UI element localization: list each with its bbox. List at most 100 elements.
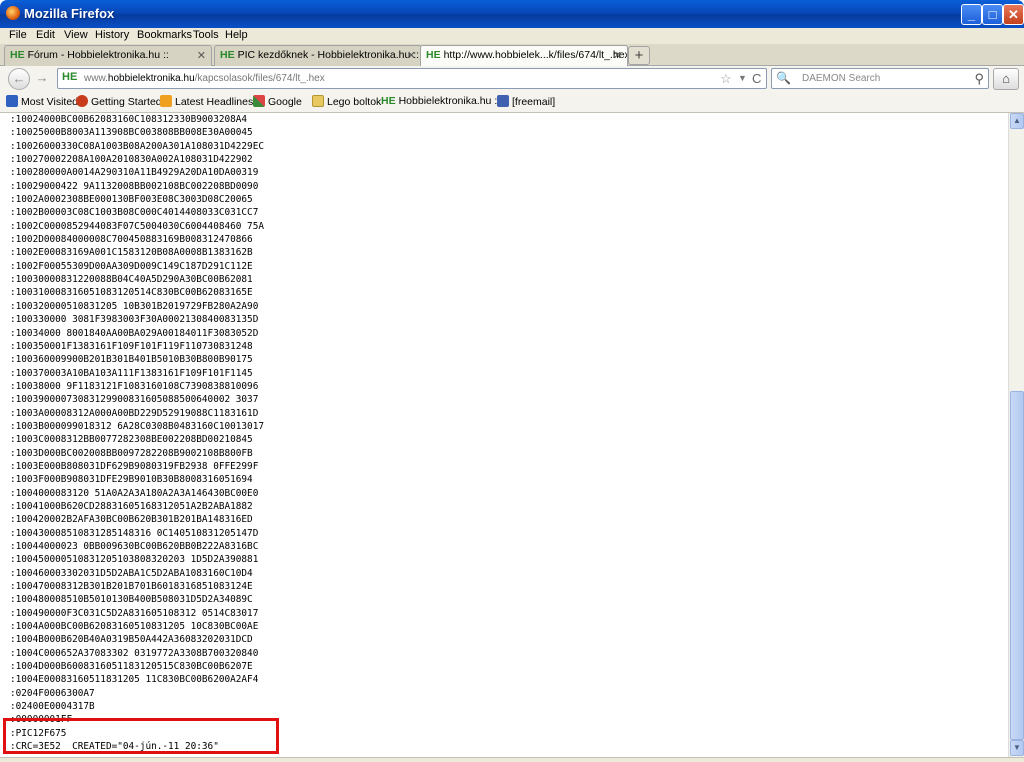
freemail-icon (497, 95, 509, 107)
hex-line: :10030000831220088B04C40A5D290A30BC00B62… (10, 274, 253, 286)
hex-line: :02400E0004317B (10, 701, 95, 713)
hex-line: :1002E00083169A001C1583120B08A0008B13831… (10, 247, 253, 259)
menu-edit[interactable]: Edit (36, 29, 55, 41)
hex-line: :1003A00008312A000A00BD229D52919088C1183… (10, 407, 259, 419)
reload-icon[interactable]: C (752, 71, 761, 86)
hex-line: :10024000BC00B62083160C108312330B9003208… (10, 114, 248, 125)
firefox-icon (76, 95, 88, 107)
bookmark-latest-headlines[interactable]: Latest Headlines (160, 95, 253, 108)
new-tab-button[interactable]: + (628, 46, 650, 65)
hex-line: :1003C0008312BB0077282308BE002208BD00210… (10, 434, 253, 446)
scroll-up-icon[interactable]: ▲ (1010, 113, 1024, 129)
tab-strip: HE Fórum - Hobbielektronika.hu :: ✕ HE PIC… (0, 44, 1024, 67)
forward-button[interactable]: → (31, 68, 53, 90)
hex-line: :10039000073083129900831605088500640002 … (10, 394, 259, 406)
menu-view[interactable]: View (64, 29, 88, 41)
menu-file[interactable]: File (9, 29, 27, 41)
site-identity-badge[interactable]: HE (62, 71, 77, 83)
he-favicon-icon: HE (426, 49, 441, 61)
menu-tools[interactable]: Tools (193, 29, 219, 41)
search-input[interactable]: DAEMON Search (802, 73, 880, 84)
menu-help[interactable]: Help (225, 29, 248, 41)
bookmark-getting-started[interactable]: Getting Started (76, 95, 162, 108)
status-bar (0, 757, 1024, 762)
hex-line: :1002A0002308BE000130BF003E08C3003D08C20… (10, 194, 253, 206)
hex-line: :1004E00083160511831205 11C830BC00B6200A… (10, 674, 259, 686)
scroll-down-icon[interactable]: ▼ (1010, 740, 1024, 756)
scroll-thumb[interactable] (1010, 391, 1024, 740)
hex-line: :100310008316051083120514C830BC00B620831… (10, 287, 253, 299)
hex-line: :1004A000BC00B62083160510831205 10C830BC… (10, 621, 259, 633)
hex-line: :100350001F1383161F109F101F119F110730831… (10, 340, 253, 352)
tab-label: http://www.hobbielek...k/files/674/lt_.h… (443, 49, 628, 61)
hex-line: :1004C000652A37083302 0319772A3308B70032… (10, 647, 259, 659)
hex-line: :1002B00003C08C1003B08C000C4014408033C03… (10, 207, 259, 219)
hex-line: :100450000510831205103808320203 1D5D2A39… (10, 554, 259, 566)
close-window-button[interactable]: ✕ (1003, 4, 1024, 25)
hex-line: :10034000 8001840AA00BA029A00184011F3083… (10, 327, 259, 339)
close-tab-icon[interactable]: ✕ (197, 49, 206, 62)
hex-line: :1003D000BC002008BB0097282208B9002108B80… (10, 447, 253, 459)
tab-forum[interactable]: HE Fórum - Hobbielektronika.hu :: ✕ (4, 45, 212, 66)
hex-line: :1004B000B620B40A0319B50A442A36083202031… (10, 634, 253, 646)
rss-icon (160, 95, 172, 107)
hex-line: :100370003A10BA103A111F1383161F109F101F1… (10, 367, 253, 379)
menu-history[interactable]: History (95, 29, 129, 41)
close-tab-icon[interactable]: ✕ (407, 49, 416, 62)
hex-line: :10044000023 0BB009630BC00B620BB0B222A83… (10, 541, 259, 552)
bookmark-star-icon[interactable]: ☆ (720, 71, 732, 87)
bookmark-most-visited[interactable]: Most Visited (6, 95, 78, 108)
bookmark-freemail[interactable]: [freemail] (497, 95, 555, 108)
hex-line: :1003B000099018312 6A28C0308B0483160C100… (10, 420, 264, 432)
tab-label: Fórum - Hobbielektronika.hu :: (27, 49, 169, 61)
tab-pic-kezdoknek[interactable]: HE PIC kezdőknek - Hobbielektronika.hu ::… (214, 45, 422, 66)
hex-line: :100430008510831285148316 0C140510831205… (10, 527, 259, 539)
google-icon (253, 95, 265, 107)
search-engine-icon[interactable]: 🔍 (776, 71, 791, 85)
hex-line: :1004000083120 51A0A2A3A180A2A3A146430BC… (10, 487, 259, 499)
hex-line: :100480008510B5010130B400B508031D5D2A340… (10, 594, 253, 606)
hex-line: :1002F00055309D00AA309D009C149C187D291C1… (10, 260, 253, 272)
hex-line: :100420002B2AFA30BC00B620B301B201BA14831… (10, 514, 253, 526)
hex-line: :1002C0000852944083F07C5004030C600440846… (10, 220, 264, 232)
page-content: :10024000BC00B62083160C108312330B9003208… (0, 113, 1008, 757)
most-visited-icon (6, 95, 18, 107)
hex-line: :100270002208A100A2010830A002A108031D422… (10, 154, 253, 166)
window-title: Mozilla Firefox (24, 6, 115, 21)
maximize-button[interactable]: □ (982, 4, 1003, 25)
menu-bar: File Edit View History Bookmarks Tools H… (0, 28, 1024, 44)
hex-line: :100460003302031D5D2ABA1C5D2ABA1083160C1… (10, 567, 253, 579)
bookmark-lego-boltok[interactable]: Lego boltok (312, 95, 381, 108)
tab-hex-file[interactable]: HE http://www.hobbielek...k/files/674/lt_… (420, 45, 628, 67)
url-text[interactable]: www.hobbielektronika.hu/kapcsolasok/file… (84, 73, 325, 84)
bookmarks-bar: Most Visited Getting Started Latest Head… (0, 92, 1024, 113)
hex-line: :10029000422 9A1132008BB002108BC002208BD… (10, 180, 259, 192)
title-bar[interactable]: Mozilla Firefox _ □ ✕ (0, 0, 1024, 28)
he-favicon-icon: HE (10, 49, 25, 61)
hex-line: :100360009900B201B301B401B5010B30B800B90… (10, 354, 253, 366)
hex-line: :100280000A0014A290310A11B4929A20DA10DA0… (10, 167, 259, 179)
hex-line: :10038000 9F1183121F1083160108C739083881… (10, 380, 259, 392)
hex-line: :100320000510831205 10B301B2019729FB280A… (10, 300, 259, 312)
hex-line: :1003F000B908031DFE29B9010B30B8008316051… (10, 474, 253, 486)
bookmark-hobbielektronika[interactable]: HE Hobbielektronika.hu :: (381, 95, 500, 107)
back-button[interactable]: ← (8, 68, 30, 90)
menu-bookmarks[interactable]: Bookmarks (137, 29, 192, 41)
home-button[interactable]: ⌂ (993, 68, 1019, 90)
history-dropdown-icon[interactable]: ▼ (738, 73, 747, 83)
hex-line: :100490000F3C031C5D2A831605108312 0514C8… (10, 607, 259, 619)
folder-icon (312, 95, 324, 107)
hex-line: :1004D000B6008316051183120515C830BC00B62… (10, 661, 253, 673)
firefox-logo-icon (6, 6, 20, 20)
hex-file-text: :10024000BC00B62083160C108312330B9003208… (10, 113, 264, 754)
bookmark-google[interactable]: Google (253, 95, 302, 108)
hex-line: :100470008312B301B201B701B60183168510831… (10, 581, 253, 593)
vertical-scrollbar[interactable]: ▲ ▼ (1008, 113, 1024, 757)
url-bar[interactable]: HE www.hobbielektronika.hu/kapcsolasok/f… (57, 68, 767, 89)
minimize-button[interactable]: _ (961, 4, 982, 25)
close-tab-icon[interactable]: ✕ (613, 49, 622, 62)
red-highlight-box (3, 718, 279, 754)
search-bar[interactable]: 🔍 DAEMON Search ⚲ (771, 68, 989, 89)
search-go-icon[interactable]: ⚲ (974, 71, 984, 87)
he-icon: HE (381, 95, 396, 107)
